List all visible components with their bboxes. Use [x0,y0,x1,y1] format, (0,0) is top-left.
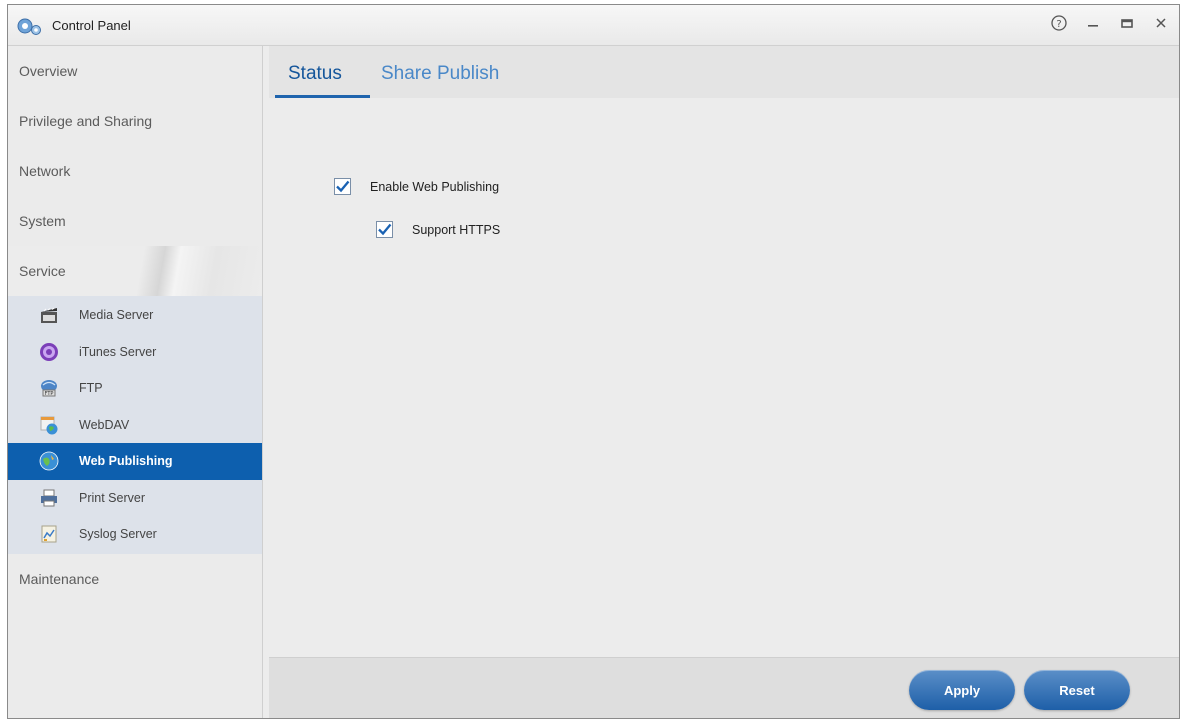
tab-share-publish[interactable]: Share Publish [381,63,499,85]
web-publishing-icon [38,450,60,472]
enable-web-publishing-option[interactable]: Enable Web Publishing [334,178,499,195]
maximize-button[interactable] [1119,15,1135,31]
printer-icon [38,487,60,509]
sidebar-item-overview[interactable]: Overview [8,46,262,96]
sidebar-item-webdav[interactable]: WebDAV [8,407,262,444]
sidebar-item-label: iTunes Server [79,344,157,359]
svg-text:FTP: FTP [45,391,54,397]
close-icon [1156,18,1166,28]
sidebar-item-print-server[interactable]: Print Server [8,480,262,517]
sidebar-item-privilege-and-sharing[interactable]: Privilege and Sharing [8,96,262,146]
help-icon: ? [1051,15,1067,31]
checkmark-icon [378,223,392,236]
control-panel-app-icon [17,18,41,35]
minimize-button[interactable] [1085,15,1101,31]
action-footer: Apply Reset [269,657,1179,718]
sidebar-item-media-server[interactable]: Media Server [8,297,262,334]
maximize-icon [1121,19,1133,28]
status-content: Enable Web Publishing Support HTTPS [263,98,1179,658]
sidebar-item-label: Media Server [79,308,154,323]
sidebar-item-maintenance[interactable]: Maintenance [8,554,262,604]
checkmark-icon [336,180,350,193]
control-panel-window: Control Panel ? Overview Privilege and S… [7,4,1180,719]
sidebar: Overview Privilege and Sharing Network S… [8,46,263,718]
sidebar-item-network[interactable]: Network [8,146,262,196]
sidebar-item-label: Print Server [79,490,145,505]
webdav-icon [38,414,60,436]
sidebar-item-label: Syslog Server [79,527,157,542]
enable-web-publishing-checkbox[interactable] [334,178,351,195]
service-submenu: Media Server iTunes Server FTP FTP WebDA… [8,296,262,554]
media-server-icon [38,304,60,326]
svg-text:?: ? [1056,19,1061,30]
close-button[interactable] [1153,15,1169,31]
main-panel: Status Share Publish Enable Web Publishi… [263,46,1179,718]
support-https-label: Support HTTPS [412,222,501,237]
help-button[interactable]: ? [1051,15,1067,31]
sidebar-item-ftp[interactable]: FTP FTP [8,370,262,407]
minimize-icon [1088,25,1098,27]
tab-bar: Status Share Publish [269,46,1179,98]
sidebar-item-syslog-server[interactable]: Syslog Server [8,516,262,553]
sidebar-item-label: WebDAV [79,417,130,432]
support-https-option[interactable]: Support HTTPS [376,221,500,238]
itunes-icon [38,341,60,363]
ftp-icon: FTP [38,377,60,399]
title-bar: Control Panel ? [8,5,1179,46]
support-https-checkbox[interactable] [376,221,393,238]
reset-button[interactable]: Reset [1024,670,1130,710]
sidebar-item-label: FTP [79,381,103,396]
sidebar-item-system[interactable]: System [8,196,262,246]
sidebar-item-itunes-server[interactable]: iTunes Server [8,334,262,371]
window-title: Control Panel [52,18,131,33]
sidebar-item-web-publishing[interactable]: Web Publishing [8,443,262,480]
sidebar-item-label: Web Publishing [79,454,173,469]
sidebar-item-service[interactable]: Service [8,246,262,296]
apply-button[interactable]: Apply [909,670,1015,710]
syslog-icon [38,523,60,545]
tab-status[interactable]: Status [288,63,342,85]
enable-web-publishing-label: Enable Web Publishing [370,179,500,194]
